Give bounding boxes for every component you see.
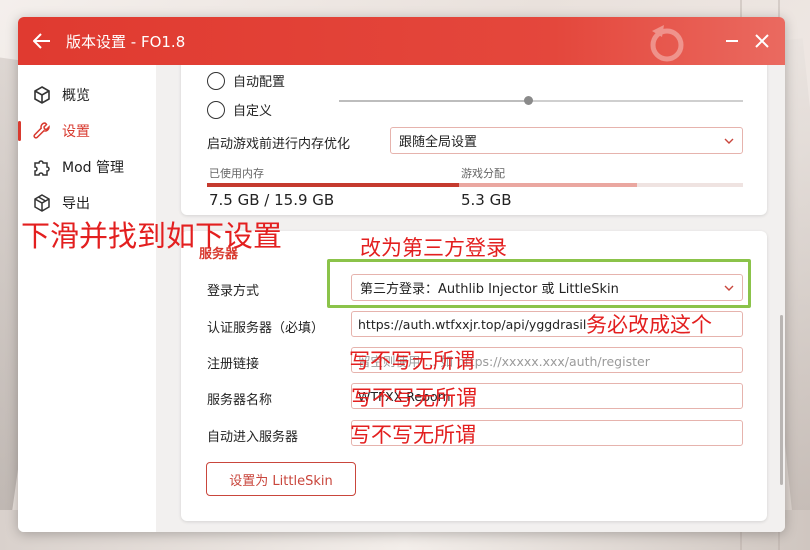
optional-annotation-3: 写不写无所谓 — [350, 423, 476, 447]
logo-watermark-icon — [650, 25, 684, 62]
login-method-highlight-box — [327, 259, 751, 308]
auth-server-value: https://auth.wtfxxjr.top/api/yggdrasil — [358, 316, 587, 332]
radio-circle — [207, 71, 225, 90]
box-icon — [32, 193, 52, 213]
optional-annotation-1: 写不写无所谓 — [349, 349, 475, 373]
sidebar: 概览 设置 Mod 管理 导出 — [18, 65, 156, 532]
radio-auto-label: 自动配置 — [233, 75, 286, 90]
game-memory-bar — [459, 183, 637, 187]
cube-icon — [32, 85, 52, 105]
radio-custom[interactable]: 自定义 — [207, 100, 272, 119]
auth-server-label: 认证服务器（必填） — [207, 321, 325, 336]
memory-slider[interactable] — [339, 96, 743, 105]
minimize-button[interactable] — [717, 17, 747, 65]
chevron-down-icon — [724, 138, 734, 144]
server-name-label: 服务器名称 — [207, 393, 273, 408]
auto-join-label: 自动进入服务器 — [207, 430, 299, 445]
slider-fill — [339, 100, 527, 102]
wrench-icon — [32, 121, 52, 141]
sidebar-item-label: 导出 — [62, 196, 90, 212]
sidebar-item-overview[interactable]: 概览 — [18, 77, 156, 113]
optional-annotation-2: 写不写无所谓 — [351, 386, 477, 410]
radio-circle — [207, 100, 225, 119]
scroll-down-annotation: 下滑并找到如下设置 — [21, 219, 283, 253]
sidebar-item-label: 概览 — [62, 88, 90, 104]
radio-auto-config[interactable]: 自动配置 — [207, 71, 285, 90]
game-memory-label: 游戏分配 — [461, 167, 505, 180]
content-scrollbar[interactable] — [780, 315, 783, 485]
optimize-label: 启动游戏前进行内存优化 — [207, 137, 351, 152]
back-button[interactable] — [18, 17, 66, 65]
radio-custom-label: 自定义 — [233, 104, 273, 119]
register-link-label: 注册链接 — [207, 357, 260, 372]
puzzle-icon — [32, 157, 52, 177]
game-memory-value: 5.3 GB — [461, 191, 512, 209]
close-icon — [755, 34, 769, 48]
used-memory-value: 7.5 GB / 15.9 GB — [209, 191, 335, 209]
arrow-left-icon — [33, 33, 50, 49]
slider-thumb[interactable] — [524, 96, 533, 105]
minimize-icon — [726, 40, 738, 42]
close-button[interactable] — [747, 17, 777, 65]
title-bar: 版本设置 - FO1.8 — [18, 17, 785, 65]
sidebar-item-label: 设置 — [62, 124, 90, 140]
login-method-label: 登录方式 — [207, 284, 260, 299]
optimize-select-value: 跟随全局设置 — [399, 135, 478, 150]
sidebar-item-label: Mod 管理 — [62, 160, 124, 176]
sidebar-item-settings[interactable]: 设置 — [18, 113, 156, 149]
sidebar-item-mods[interactable]: Mod 管理 — [18, 149, 156, 185]
window-title: 版本设置 - FO1.8 — [66, 32, 186, 51]
used-memory-bar — [207, 183, 459, 187]
set-littleskin-button[interactable]: 设置为 LittleSkin — [206, 462, 356, 496]
change-login-annotation: 改为第三方登录 — [360, 236, 507, 260]
memory-card: 自动配置 自定义 启动游戏前进行内存优化 跟随全局设置 已使用内存 游戏分配 7… — [181, 65, 767, 215]
optimize-select[interactable]: 跟随全局设置 — [390, 127, 743, 154]
used-memory-label: 已使用内存 — [209, 167, 264, 180]
must-change-annotation: 务必改成这个 — [586, 313, 712, 337]
free-memory-bar — [637, 183, 743, 187]
